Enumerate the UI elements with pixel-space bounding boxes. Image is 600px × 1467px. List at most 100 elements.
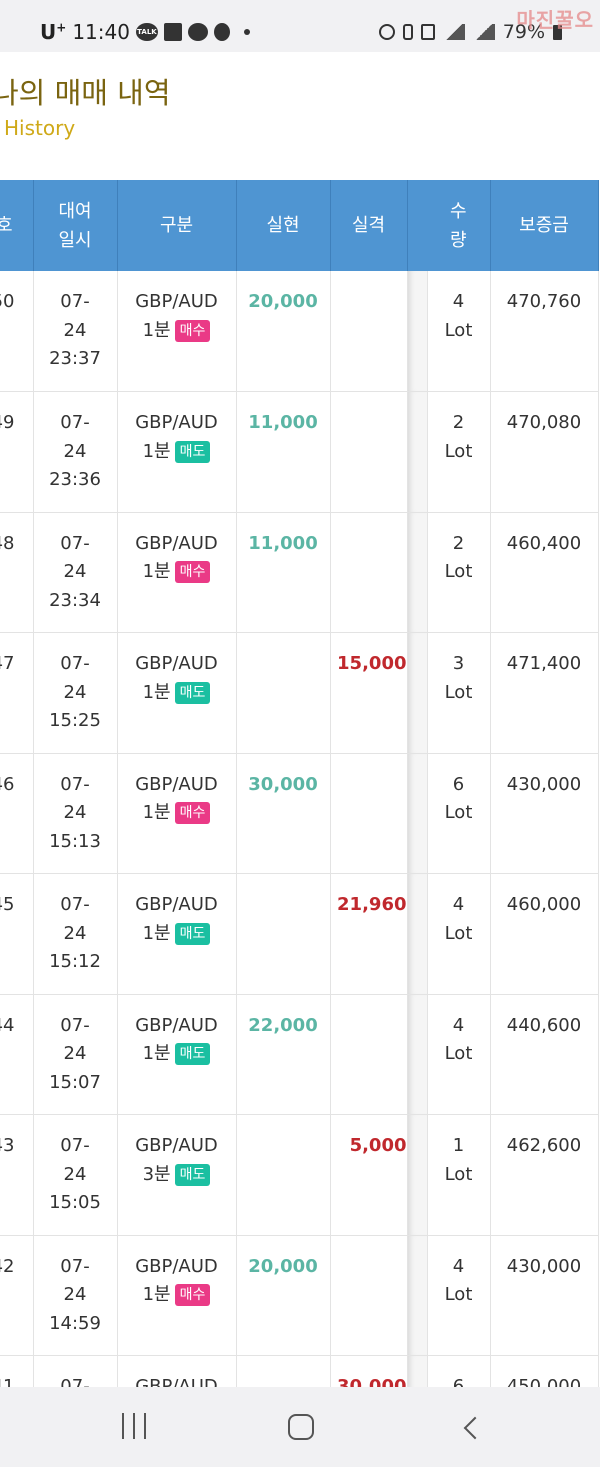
chat-icon bbox=[187, 23, 208, 41]
cell-deposit: 470,760 bbox=[490, 271, 599, 392]
pair-label: GBP/AUD bbox=[135, 1376, 218, 1387]
cell-qty: 4 Lot bbox=[427, 271, 491, 392]
pair-label: GBP/AUD bbox=[135, 773, 218, 795]
cell-profit bbox=[236, 1114, 331, 1236]
table-row: 4707-2415:25 GBP/AUD 1분매도 15,000 3Lot471,400 bbox=[0, 632, 599, 754]
table-row: 4907-2423:36 GBP/AUD 1분매도 11,000 2Lot470,080 bbox=[0, 391, 599, 513]
cell-loss bbox=[330, 271, 408, 392]
side-badge: 매수 bbox=[174, 1284, 211, 1306]
side-badge: 매도 bbox=[174, 922, 211, 945]
minutes-label: 1분 bbox=[142, 319, 171, 341]
side-badge: 매수 bbox=[174, 802, 211, 824]
talk-icon: TALK bbox=[135, 23, 158, 41]
table-header-row: 호 대여 일시 구분 실현 실격 수량 보증금 bbox=[0, 180, 599, 271]
side-badge: 매도 bbox=[174, 1043, 211, 1065]
table-row: 5007-2423:37 GBP/AUD 1분매수 20,000 4Lot470,760 bbox=[0, 271, 599, 392]
cell-loss: 5,000 bbox=[330, 1114, 408, 1236]
pair-label: GBP/AUD bbox=[135, 894, 218, 915]
table-row: 4807-2423:34 GBP/AUD 1분매수 11,000 2Lot460,400 bbox=[0, 512, 599, 633]
cell-qty: 4 Lot bbox=[427, 1235, 491, 1356]
cell-no: 45 bbox=[0, 873, 34, 995]
pair-label: GBP/AUD bbox=[135, 1135, 218, 1156]
cell-type: GBP/AUD 1분 매수 bbox=[117, 1235, 237, 1356]
cell-date: 07- bbox=[33, 1355, 118, 1387]
cell-type: GBP/AUD 1분 매수 bbox=[117, 271, 237, 392]
cell-gap bbox=[407, 512, 428, 633]
cell-no: 48 bbox=[0, 512, 34, 633]
pair-label: GBP/AUD bbox=[135, 412, 218, 433]
wifi-icon bbox=[442, 24, 465, 40]
cell-profit: 22,000 bbox=[236, 994, 331, 1115]
cell-profit: 20,000 bbox=[236, 1235, 331, 1356]
cell-deposit: 462,600 bbox=[490, 1114, 599, 1236]
side-badge: 매도 bbox=[174, 1163, 211, 1186]
side-badge: 매도 bbox=[174, 440, 211, 463]
signal-icon bbox=[472, 24, 495, 40]
cell-type: GBP/AUD 3분 매도 bbox=[117, 1114, 237, 1236]
cell-gap bbox=[407, 1355, 428, 1387]
cell-loss bbox=[330, 391, 408, 513]
clock: 11:40 bbox=[72, 20, 130, 44]
mute-icon bbox=[420, 24, 435, 40]
minutes-label: 1분 bbox=[142, 922, 171, 944]
home-icon[interactable] bbox=[288, 1414, 314, 1440]
cell-deposit: 471,400 bbox=[490, 632, 599, 754]
cell-date: 07- 24 15:25 bbox=[33, 632, 118, 754]
cell-date: 07- 24 15:07 bbox=[33, 994, 118, 1115]
cell-type: GBP/AUD bbox=[117, 1355, 237, 1387]
cell-deposit: 460,000 bbox=[490, 873, 599, 995]
pair-label: GBP/AUD bbox=[135, 1255, 218, 1277]
minutes-label: 1분 bbox=[142, 802, 171, 823]
cell-no: 43 bbox=[0, 1114, 34, 1236]
cell-no: 47 bbox=[0, 632, 34, 754]
minutes-label: 1분 bbox=[142, 681, 171, 703]
table-row: 4107- GBP/AUD 30,000 6450,000 bbox=[0, 1355, 599, 1387]
cell-gap bbox=[407, 391, 428, 513]
cell-loss bbox=[330, 1235, 408, 1356]
history-table-scroll[interactable]: 호 대여일시 구분 실현 실격 수량 보증금 5007-2423:37GBP/A… bbox=[0, 180, 600, 1387]
page-subtitle: History bbox=[4, 116, 76, 140]
cell-no: 42 bbox=[0, 1235, 34, 1356]
cell-date: 07- 24 23:34 bbox=[33, 512, 118, 633]
header-gap bbox=[407, 180, 427, 271]
cell-loss bbox=[330, 512, 408, 633]
cell-gap bbox=[407, 873, 428, 995]
back-icon[interactable] bbox=[462, 1415, 480, 1441]
cell-deposit: 430,000 bbox=[490, 753, 599, 874]
header-loss: 실격 bbox=[330, 180, 408, 271]
cell-qty: 1 Lot bbox=[427, 1114, 491, 1236]
table-row: 4407-2415:07 GBP/AUD 1분매도 22,000 4Lot440,600 bbox=[0, 994, 599, 1115]
pair-label: GBP/AUD bbox=[135, 653, 218, 674]
cell-loss: 30,000 bbox=[330, 1355, 408, 1387]
cell-date: 07- 24 14:59 bbox=[33, 1235, 118, 1356]
history-table: 호 대여일시 구분 실현 실격 수량 보증금 5007-2423:37GBP/A… bbox=[0, 180, 599, 1387]
header-date: 대여 일시 bbox=[33, 180, 118, 271]
cell-no: 49 bbox=[0, 391, 34, 513]
figure-icon bbox=[213, 23, 230, 41]
cell-date: 07- 24 15:05 bbox=[33, 1114, 118, 1236]
minutes-label: 3분 bbox=[142, 1163, 171, 1185]
cell-deposit: 440,600 bbox=[490, 994, 599, 1115]
pair-label: GBP/AUD bbox=[135, 1014, 218, 1036]
cell-loss: 21,960 bbox=[330, 873, 408, 995]
cell-deposit: 430,000 bbox=[490, 1235, 599, 1356]
minutes-label: 1분 bbox=[142, 1284, 171, 1305]
header-type: 구분 bbox=[117, 180, 237, 271]
cell-qty: 6 bbox=[427, 1355, 491, 1387]
cell-profit: 30,000 bbox=[236, 753, 331, 874]
cell-gap bbox=[407, 1114, 428, 1236]
pair-label: GBP/AUD bbox=[135, 291, 218, 312]
cell-qty: 4 Lot bbox=[427, 873, 491, 995]
header-qty: 수량 bbox=[427, 180, 491, 271]
cell-no: 46 bbox=[0, 753, 34, 874]
status-left: U+ 11:40 TALK bbox=[40, 18, 250, 46]
watermark-logo: 마진꿀오 bbox=[516, 8, 594, 32]
cell-type: GBP/AUD 1분 매수 bbox=[117, 512, 237, 633]
cell-date: 07- 24 23:36 bbox=[33, 391, 118, 513]
carrier-label: U+ bbox=[40, 20, 67, 44]
cell-deposit: 470,080 bbox=[490, 391, 599, 513]
recent-apps-icon[interactable] bbox=[122, 1413, 148, 1441]
bluetooth-icon bbox=[402, 24, 413, 40]
cell-type: GBP/AUD 1분 매수 bbox=[117, 753, 237, 874]
cell-loss: 15,000 bbox=[330, 632, 408, 754]
